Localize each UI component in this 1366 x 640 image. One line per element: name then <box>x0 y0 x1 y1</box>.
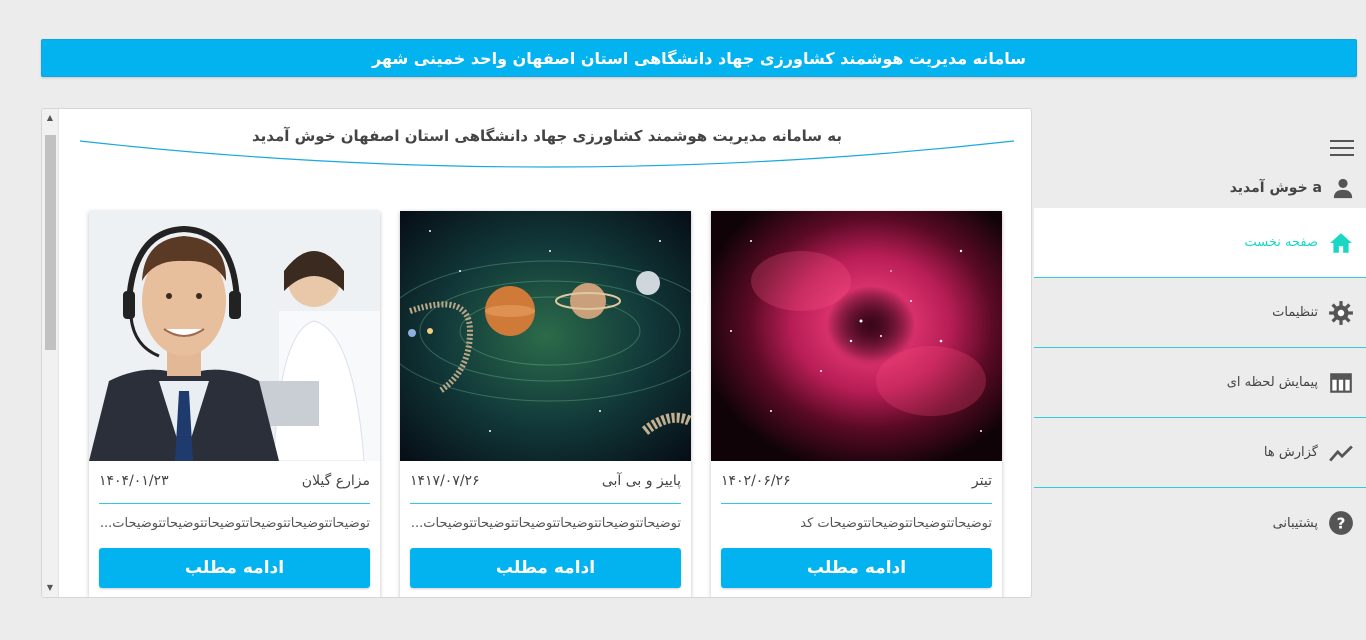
sidebar-item-label: پشتیبانی <box>1272 515 1318 531</box>
sidebar-item-label: گزارش ها <box>1263 445 1318 460</box>
card-meta: پاییز و بی آبی ۱۴۱۷/۰۷/۲۶ <box>410 473 681 504</box>
scrollbar-thumb[interactable] <box>45 135 56 350</box>
news-card: پاییز و بی آبی ۱۴۱۷/۰۷/۲۶ توضیحاتتوضیحات… <box>400 211 691 597</box>
card-date: ۱۴۱۷/۰۷/۲۶ <box>410 473 480 489</box>
card-title: مزارع گیلان <box>301 473 370 489</box>
chart-line-icon <box>1329 445 1353 461</box>
svg-text:?: ? <box>1337 514 1346 532</box>
top-header-bar: سامانه مدیریت هوشمند کشاورزی جهاد دانشگا… <box>41 39 1357 77</box>
welcome-underline-arc <box>79 140 1015 168</box>
user-greeting: a خوش آمدید <box>1229 180 1322 196</box>
help-icon: ? <box>1329 511 1353 535</box>
vertical-scrollbar[interactable]: ▲ ▼ <box>42 109 59 597</box>
user-icon <box>1333 178 1353 199</box>
card-title: پاییز و بی آبی <box>601 473 681 489</box>
card-title: تیتر <box>971 473 992 489</box>
sidebar-item-settings[interactable]: تنظیمات <box>1034 278 1366 348</box>
read-more-button[interactable]: ادامه مطلب <box>721 548 992 588</box>
sidebar-item-live-monitor[interactable]: پیمایش لحظه ای <box>1034 348 1366 418</box>
card-date: ۱۴۰۴/۰۱/۲۳ <box>99 473 169 489</box>
home-icon <box>1330 232 1352 253</box>
user-greeting-row: a خوش آمدید <box>1110 176 1354 200</box>
scroll-up-arrow-icon[interactable]: ▲ <box>42 111 58 125</box>
menu-hamburger-icon[interactable] <box>1330 140 1354 158</box>
read-more-button[interactable]: ادامه مطلب <box>99 548 370 588</box>
scroll-down-arrow-icon[interactable]: ▼ <box>42 581 58 595</box>
card-description: توضیحاتتوضیحاتتوضیحاتتوضیحاتتوضیحاتتوضیح… <box>99 516 370 531</box>
sidebar-item-label: تنظیمات <box>1272 305 1318 320</box>
news-card: تیتر ۱۴۰۲/۰۶/۲۶ توضیحاتتوضیحاتتوضیحاتتوض… <box>711 211 1002 597</box>
sidebar-item-home[interactable]: صفحه نخست <box>1034 208 1366 278</box>
card-date: ۱۴۰۲/۰۶/۲۶ <box>721 473 791 489</box>
news-card: مزارع گیلان ۱۴۰۴/۰۱/۲۳ توضیحاتتوضیحاتتوض… <box>89 211 380 597</box>
gear-icon <box>1329 300 1353 325</box>
card-meta: تیتر ۱۴۰۲/۰۶/۲۶ <box>721 473 992 504</box>
support-agent-image <box>89 211 380 461</box>
card-description: توضیحاتتوضیحاتتوضیحاتتوضیحات کد <box>800 516 992 531</box>
app-title: سامانه مدیریت هوشمند کشاورزی جهاد دانشگا… <box>371 48 1027 68</box>
sidebar-item-reports[interactable]: گزارش ها <box>1034 418 1366 488</box>
table-icon <box>1330 372 1352 393</box>
sidebar-item-label: پیمایش لحظه ای <box>1226 375 1318 390</box>
solar-system-image <box>400 211 691 461</box>
sidebar-item-support[interactable]: پشتیبانی ? <box>1034 488 1366 558</box>
sidebar-menu: صفحه نخست تنظیمات پیمایش لحظه ای گزارش ه… <box>1034 208 1366 558</box>
nebula-image <box>711 211 1002 461</box>
card-meta: مزارع گیلان ۱۴۰۴/۰۱/۲۳ <box>99 473 370 504</box>
sidebar-item-label: صفحه نخست <box>1244 235 1318 250</box>
read-more-button[interactable]: ادامه مطلب <box>410 548 681 588</box>
main-panel: ▲ ▼ به سامانه مدیریت هوشمند کشاورزی جهاد… <box>41 108 1032 598</box>
card-description: توضیحاتتوضیحاتتوضیحاتتوضیحاتتوضیحاتتوضیح… <box>410 516 681 531</box>
